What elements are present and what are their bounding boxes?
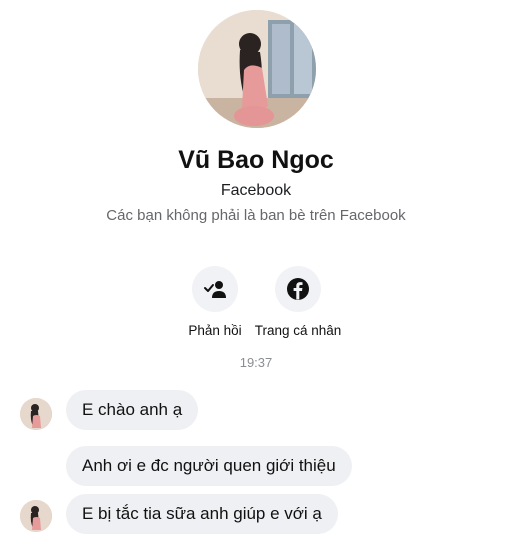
profile-photo-image: [198, 10, 316, 128]
avatar-image: [20, 500, 52, 532]
message-timestamp: 19:37: [239, 355, 273, 370]
reply-button[interactable]: [192, 266, 238, 312]
profile-platform: Facebook: [220, 182, 292, 199]
facebook-icon: [287, 278, 309, 300]
profile-button[interactable]: [275, 266, 321, 312]
profile-action[interactable]: Trang cá nhân: [243, 266, 353, 338]
friendship-note: Các bạn không phải là ban bè trên Facebo…: [106, 207, 406, 224]
message-bubble[interactable]: E chào anh ạ: [66, 390, 199, 430]
message-bubble[interactable]: Anh ơi e đc người quen giới thiệu: [66, 446, 352, 486]
profile-name: Vũ Bao Ngoc: [178, 146, 334, 174]
profile-label: Trang cá nhân: [254, 323, 342, 338]
message-bubble[interactable]: E bị tắc tia sữa anh giúp e với ạ: [66, 494, 338, 534]
person-check-icon: [204, 281, 226, 298]
profile-photo[interactable]: [198, 10, 316, 128]
sender-avatar[interactable]: [20, 398, 52, 430]
sender-avatar[interactable]: [20, 500, 52, 532]
avatar-image: [20, 398, 52, 430]
